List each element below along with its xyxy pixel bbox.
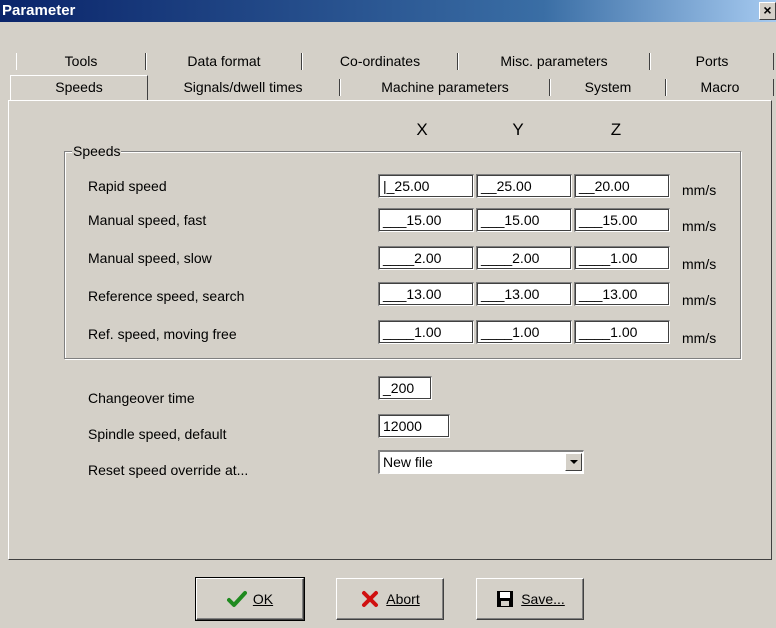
spindle-speed-default-label: Spindle speed, default — [88, 426, 227, 442]
ref-speed-moving-free-label: Ref. speed, moving free — [88, 326, 237, 342]
speeds-group-title: Speeds — [72, 143, 122, 159]
reference-speed-search-x-field[interactable]: ___13.00 — [378, 282, 474, 306]
abort-button-label: Abort — [386, 591, 420, 607]
tab-co-ordinates[interactable]: Co-ordinates — [302, 50, 458, 73]
tab-tools[interactable]: Tools — [16, 50, 146, 73]
tab-misc-parameters[interactable]: Misc. parameters — [458, 50, 650, 73]
save-button[interactable]: Save... — [476, 578, 584, 620]
reference-speed-search-z-field[interactable]: ___13.00 — [574, 282, 670, 306]
column-header-x: X — [416, 120, 428, 139]
manual-speed-fast-y-field[interactable]: ___15.00 — [476, 208, 572, 232]
ref-speed-moving-free-x-field[interactable]: ____1.00 — [378, 320, 474, 344]
chevron-down-icon[interactable] — [565, 453, 582, 471]
close-button[interactable]: × — [759, 2, 776, 20]
reset-speed-override-select[interactable]: New file — [378, 450, 584, 474]
ok-button-label: OK — [252, 591, 274, 607]
manual-speed-slow-label: Manual speed, slow — [88, 250, 212, 266]
rapid-speed-x-field[interactable]: |_25.00 — [378, 174, 474, 198]
rapid-speed-unit: mm/s — [682, 182, 717, 198]
manual-speed-fast-x-field[interactable]: ___15.00 — [378, 208, 474, 232]
ref-speed-moving-free-y-field[interactable]: ____1.00 — [476, 320, 572, 344]
rapid-speed-y-field[interactable]: __25.00 — [476, 174, 572, 198]
floppy-disk-icon — [497, 591, 514, 607]
save-button-label: Save... — [521, 591, 565, 607]
changeover-time-label: Changeover time — [88, 390, 195, 406]
tab-ports[interactable]: Ports — [650, 50, 774, 73]
tab-system[interactable]: System — [550, 76, 666, 99]
rapid-speed-z-field[interactable]: __20.00 — [574, 174, 670, 198]
reference-speed-search-label: Reference speed, search — [88, 288, 245, 304]
column-header-y: Y — [512, 120, 524, 139]
manual-speed-fast-label: Manual speed, fast — [88, 212, 207, 228]
rapid-speed-label: Rapid speed — [88, 178, 167, 194]
ok-button[interactable]: OK — [195, 577, 305, 621]
reference-speed-search-unit: mm/s — [682, 292, 717, 308]
reset-speed-override-label: Reset speed override at... — [88, 462, 249, 478]
tab-machine-parameters[interactable]: Machine parameters — [340, 76, 550, 99]
ref-speed-moving-free-z-field[interactable]: ____1.00 — [574, 320, 670, 344]
reset-speed-override-value: New file — [383, 454, 433, 470]
checkmark-icon — [226, 591, 247, 607]
title-bar: Parameter × — [0, 0, 776, 22]
manual-speed-fast-unit: mm/s — [682, 218, 717, 234]
manual-speed-fast-z-field[interactable]: ___15.00 — [574, 208, 670, 232]
changeover-time-field[interactable]: _200 — [378, 376, 432, 400]
reference-speed-search-y-field[interactable]: ___13.00 — [476, 282, 572, 306]
window-title: Parameter — [2, 2, 76, 19]
x-icon — [362, 591, 379, 607]
manual-speed-slow-y-field[interactable]: ____2.00 — [476, 246, 572, 270]
spindle-speed-default-field[interactable]: 12000 — [378, 414, 450, 438]
manual-speed-slow-unit: mm/s — [682, 256, 717, 272]
tab-macro[interactable]: Macro — [666, 76, 774, 99]
ref-speed-moving-free-unit: mm/s — [682, 330, 717, 346]
tab-signals-dwell-times[interactable]: Signals/dwell times — [146, 76, 340, 99]
manual-speed-slow-z-field[interactable]: ____1.00 — [574, 246, 670, 270]
manual-speed-slow-x-field[interactable]: ____2.00 — [378, 246, 474, 270]
abort-button[interactable]: Abort — [336, 578, 444, 620]
tab-data-format[interactable]: Data format — [146, 50, 302, 73]
column-header-z: Z — [610, 120, 622, 139]
tab-speeds[interactable]: Speeds — [10, 75, 148, 100]
